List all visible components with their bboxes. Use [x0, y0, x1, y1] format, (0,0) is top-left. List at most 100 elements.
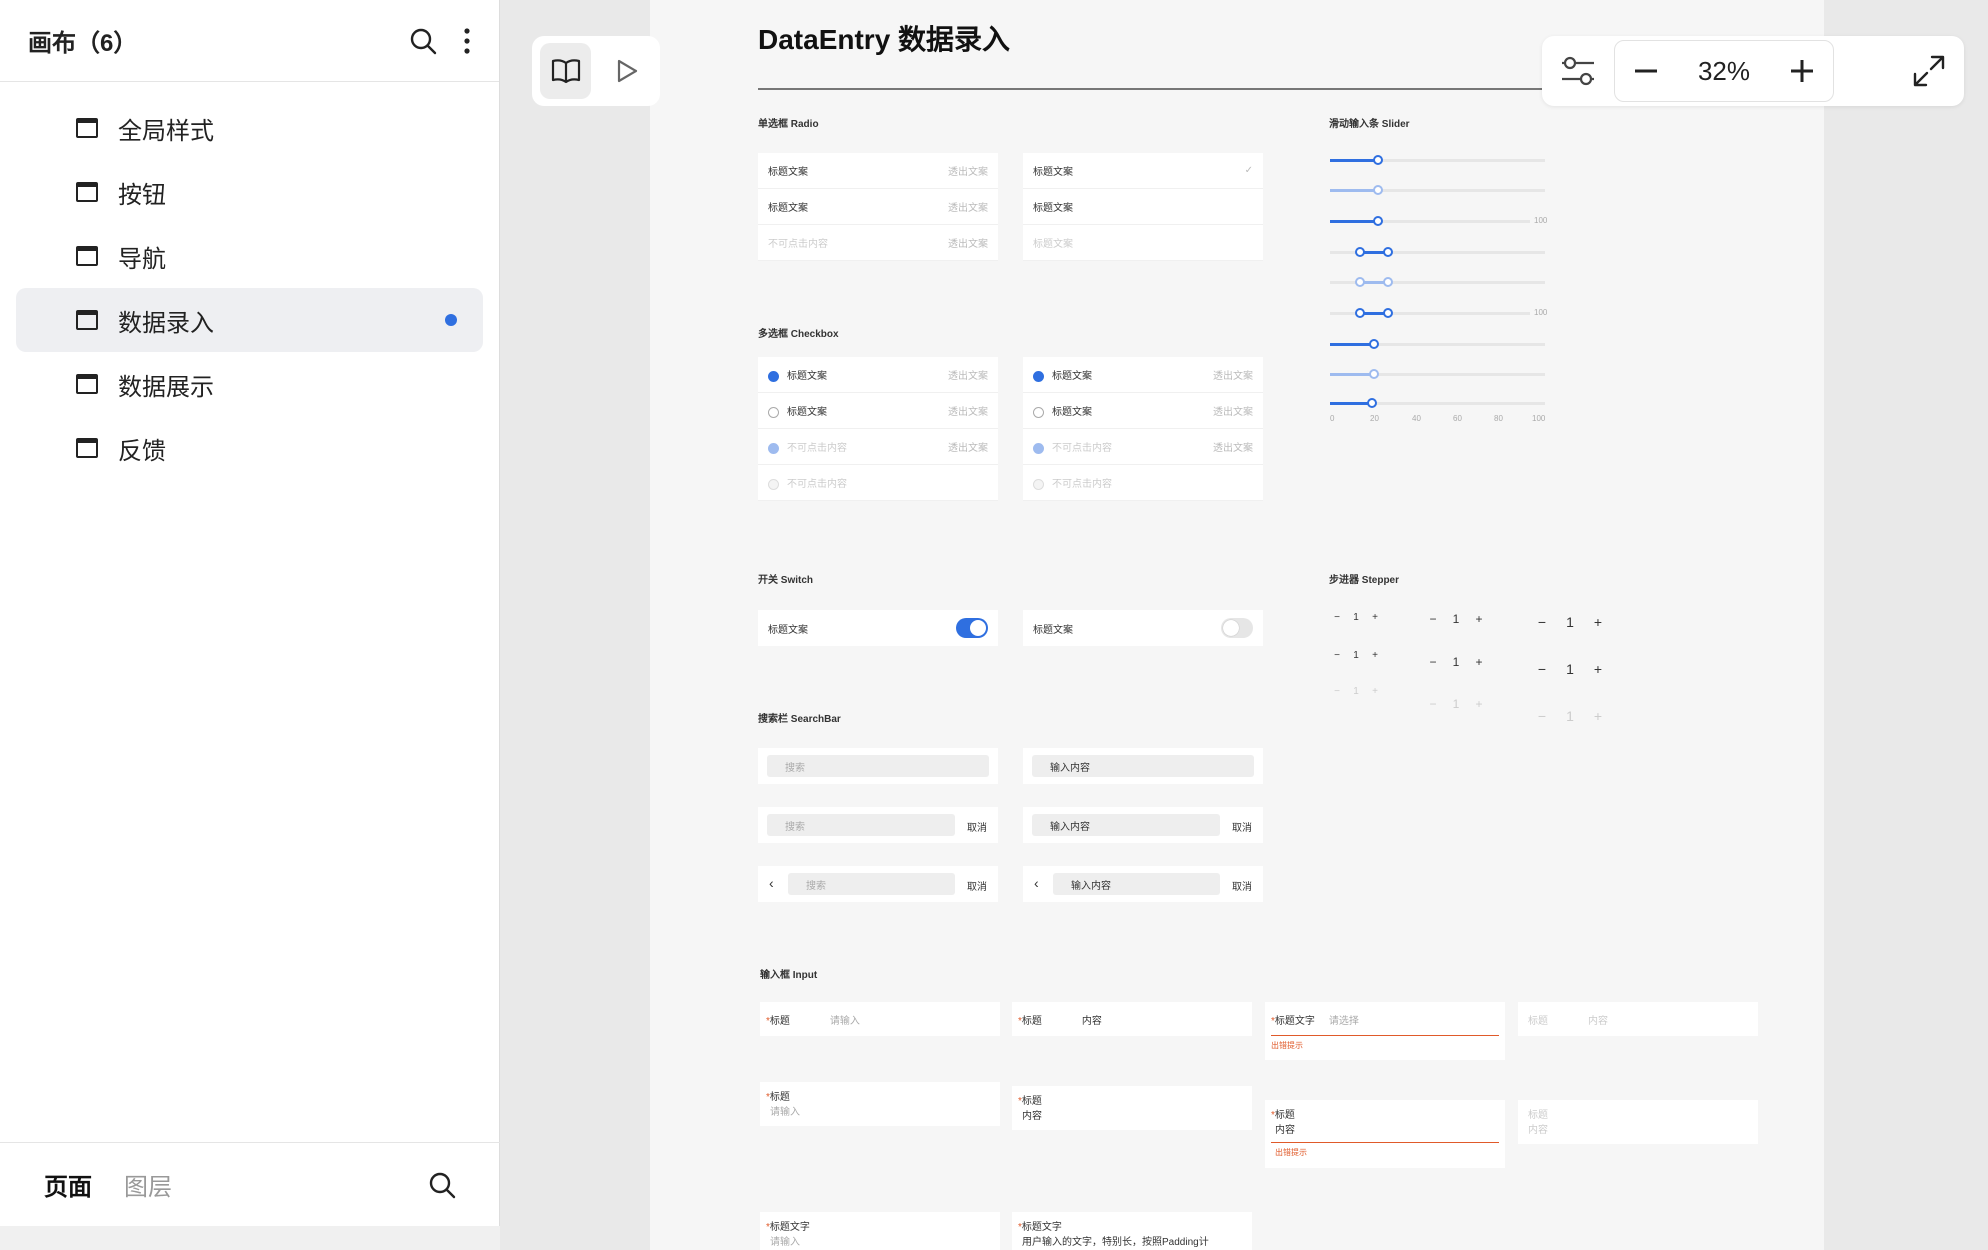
zoom-out-icon[interactable]: [1633, 58, 1659, 84]
toggle-switch-on[interactable]: [956, 618, 988, 638]
list-item[interactable]: 标题文案 ✓: [1023, 153, 1263, 189]
toggle-switch-off[interactable]: [1221, 618, 1253, 638]
quantity-stepper-disabled: −1 +: [1334, 686, 1378, 697]
input-field-disabled: 标题 内容: [1518, 1002, 1758, 1036]
input-field-error[interactable]: *标题 内容 出错提示: [1265, 1100, 1505, 1168]
cancel-button[interactable]: 取消: [1232, 878, 1252, 893]
checkbox-disabled-icon: [768, 478, 779, 490]
page-item-data-display[interactable]: 数据展示: [16, 352, 483, 416]
quantity-stepper[interactable]: −1 +: [1330, 650, 1382, 661]
search-icon[interactable]: [428, 1171, 456, 1199]
quantity-stepper[interactable]: −1 +: [1530, 614, 1610, 630]
search-input[interactable]: 输入内容: [1032, 814, 1220, 836]
zoom-control: 32%: [1614, 40, 1834, 102]
list-item[interactable]: 标题文案 透出文案: [1023, 357, 1263, 393]
canvas-title: 画布（6）: [28, 30, 138, 57]
slider-tick: 20: [1370, 414, 1379, 423]
input-field[interactable]: *标题文字 请输入: [760, 1212, 1000, 1250]
more-vertical-icon[interactable]: [463, 27, 471, 55]
list-item[interactable]: 标题文案 透出文案: [1023, 393, 1263, 429]
cancel-button[interactable]: 取消: [967, 819, 987, 834]
slider-handle[interactable]: [1373, 155, 1383, 165]
checkbox-icon[interactable]: [768, 406, 779, 418]
checkbox-disabled-checked-icon: [1033, 442, 1044, 454]
checkbox-card-left: 标题文案 透出文案 标题文案 透出文案 不可点击内容 透出文案 不可点击内容: [758, 357, 998, 501]
input-field[interactable]: *标题 内容: [1012, 1002, 1252, 1036]
book-view-button[interactable]: [540, 43, 591, 99]
list-item[interactable]: 标题文案 透出文案: [758, 393, 998, 429]
expand-icon[interactable]: [1912, 54, 1946, 88]
list-item[interactable]: 标题文案 透出文案: [758, 357, 998, 393]
slider-handle: [1383, 277, 1393, 287]
cancel-button[interactable]: 取消: [967, 878, 987, 893]
search-icon[interactable]: [409, 27, 437, 55]
search-input[interactable]: 搜索: [767, 814, 955, 836]
search-input[interactable]: 输入内容: [1053, 873, 1220, 895]
active-dot-icon: [445, 314, 457, 326]
sliders-icon[interactable]: [1560, 54, 1596, 88]
slider-tick: 0: [1330, 414, 1335, 423]
page-item-global-style[interactable]: 全局样式: [16, 96, 483, 160]
page-item-navigation[interactable]: 导航: [16, 224, 483, 288]
page-icon: [76, 374, 98, 394]
section-title-switch: 开关 Switch: [758, 575, 814, 586]
page-item-feedback[interactable]: 反馈: [16, 416, 483, 480]
title-divider: [758, 88, 1548, 90]
quantity-stepper[interactable]: −1 +: [1330, 612, 1382, 623]
list-item: 不可点击内容 透出文案: [758, 429, 998, 465]
play-icon: [617, 59, 637, 83]
list-item[interactable]: 标题文案 透出文案: [758, 153, 998, 189]
page-item-button[interactable]: 按钮: [16, 160, 483, 224]
slider-handle[interactable]: [1355, 308, 1365, 318]
input-field-disabled: 标题 内容: [1518, 1100, 1758, 1144]
page-label: 导航: [118, 245, 166, 273]
section-title-checkbox: 多选框 Checkbox: [758, 329, 839, 340]
view-mode-toolbar: [532, 36, 660, 106]
radio-card-left: 标题文案 透出文案 标题文案 透出文案 不可点击内容 透出文案: [758, 153, 998, 261]
list-item[interactable]: 标题文案 透出文案: [758, 189, 998, 225]
list-item[interactable]: 标题文案: [1023, 189, 1263, 225]
input-field-error[interactable]: *标题文字 请选择 出错提示: [1265, 1002, 1505, 1060]
tab-pages[interactable]: 页面: [44, 1167, 92, 1202]
page-label: 全局样式: [118, 117, 214, 145]
tab-layers[interactable]: 图层: [124, 1167, 172, 1202]
list-item: 不可点击内容 透出文案: [758, 225, 998, 261]
slider-handle[interactable]: [1367, 398, 1377, 408]
zoom-level: 32%: [1697, 55, 1751, 86]
checkbox-disabled-icon: [1033, 478, 1044, 490]
input-field[interactable]: *标题 内容: [1012, 1086, 1252, 1130]
checkbox-card-right: 标题文案 透出文案 标题文案 透出文案 不可点击内容 透出文案 不可点击内容: [1023, 357, 1263, 501]
input-field[interactable]: *标题 请输入: [760, 1082, 1000, 1126]
quantity-stepper[interactable]: −1 +: [1423, 655, 1489, 669]
slider-handle[interactable]: [1383, 247, 1393, 257]
input-field[interactable]: *标题 请输入: [760, 1002, 1000, 1036]
quantity-stepper[interactable]: −1 +: [1530, 661, 1610, 677]
slider-handle[interactable]: [1373, 216, 1383, 226]
page-icon: [76, 438, 98, 458]
checkbox-icon[interactable]: [1033, 406, 1044, 418]
slider-handle[interactable]: [1383, 308, 1393, 318]
zoom-in-icon[interactable]: [1789, 58, 1815, 84]
page-item-data-entry[interactable]: 数据录入: [16, 288, 483, 352]
quantity-stepper[interactable]: −1 +: [1423, 612, 1489, 626]
search-input[interactable]: 输入内容: [1032, 755, 1254, 777]
zoom-toolbar: 32%: [1542, 36, 1964, 106]
checkbox-checked-icon[interactable]: [768, 370, 779, 382]
checkbox-indeterminate-icon[interactable]: [1033, 370, 1044, 382]
page-list: 全局样式 按钮 导航 数据录入 数据展示 反馈: [0, 82, 499, 494]
check-icon: ✓: [1244, 165, 1253, 176]
slider-tick: 100: [1532, 414, 1546, 423]
play-button[interactable]: [601, 43, 652, 99]
slider-handle[interactable]: [1355, 247, 1365, 257]
list-item: 不可点击内容: [1023, 465, 1263, 501]
back-icon[interactable]: ‹: [769, 875, 774, 891]
back-icon[interactable]: ‹: [1034, 875, 1039, 891]
slider-handle[interactable]: [1369, 339, 1379, 349]
page-label: 反馈: [118, 437, 166, 465]
search-input[interactable]: 搜索: [767, 755, 989, 777]
search-input[interactable]: 搜索: [788, 873, 955, 895]
list-item: 不可点击内容: [758, 465, 998, 501]
slider-max-label: 100: [1534, 308, 1548, 317]
cancel-button[interactable]: 取消: [1232, 819, 1252, 834]
input-field[interactable]: *标题文字 用户输入的文字，特别长，按照Padding计: [1012, 1212, 1252, 1250]
